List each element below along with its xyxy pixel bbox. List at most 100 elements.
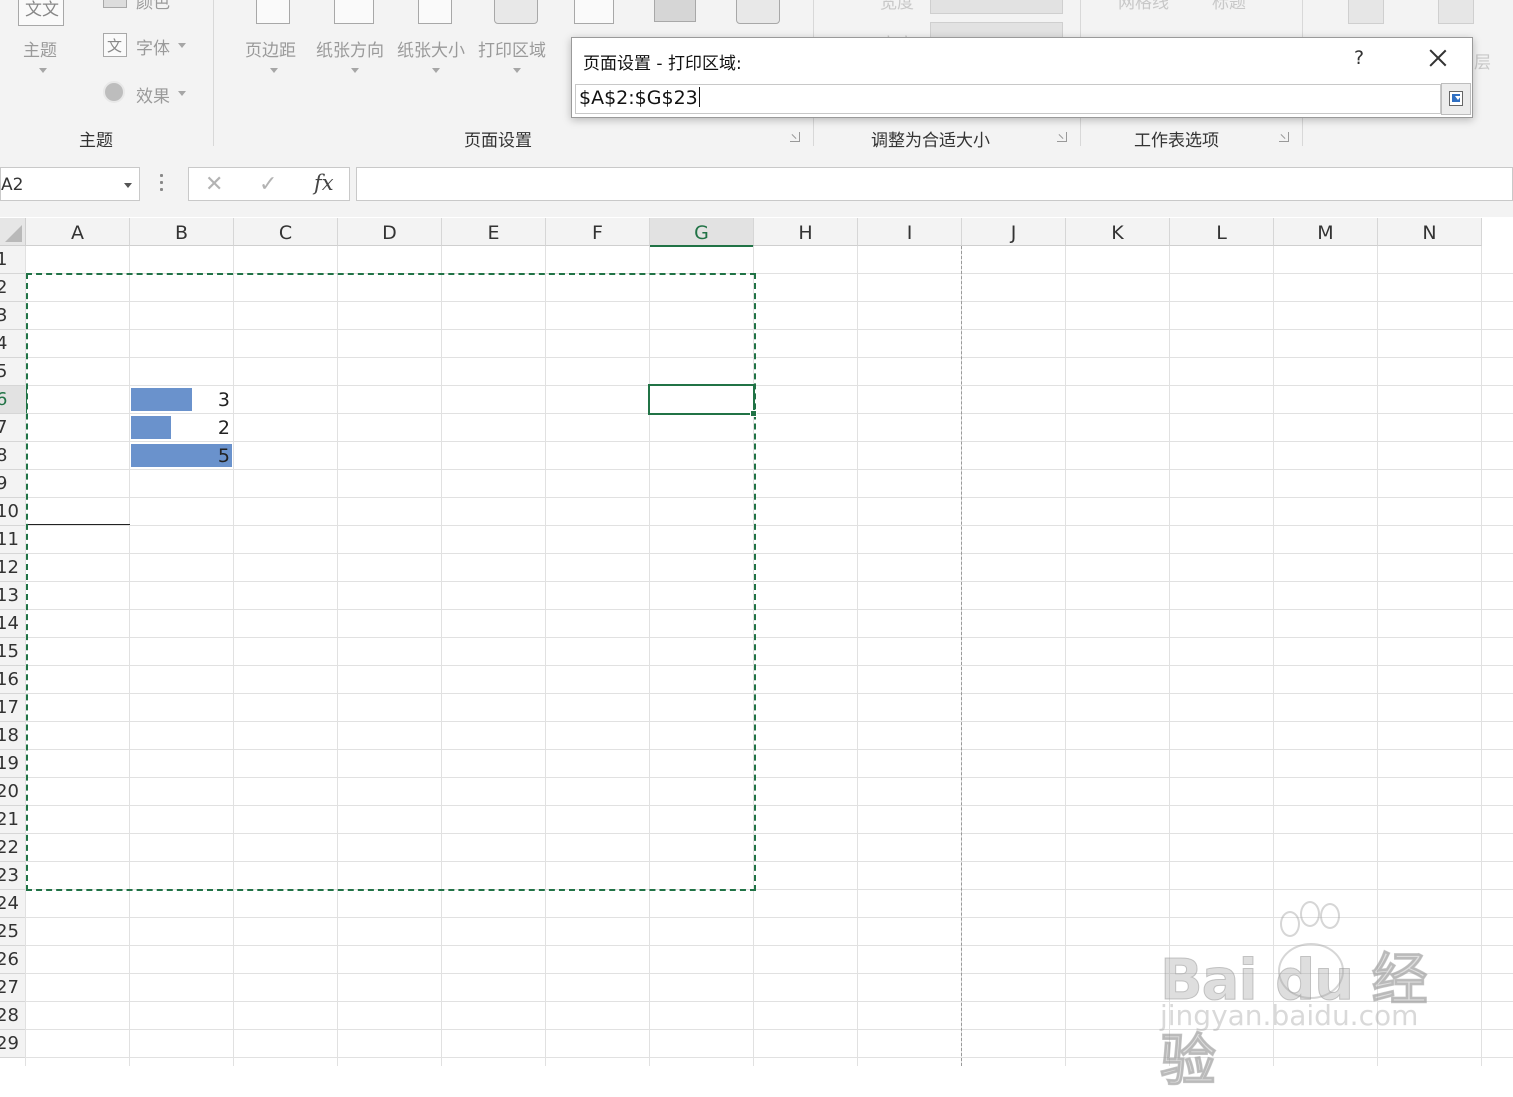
row-header-11[interactable]: 11	[0, 526, 26, 554]
row-header-17[interactable]: 17	[0, 694, 26, 722]
row-gridline	[25, 1029, 1513, 1030]
print-titles-icon	[736, 0, 780, 24]
column-gridline	[1169, 246, 1170, 1066]
fonts-dropdown-icon	[178, 43, 186, 48]
row-header-1[interactable]: 1	[0, 246, 26, 274]
cancel-icon[interactable]: ✕	[205, 172, 223, 197]
width-select[interactable]	[930, 0, 1063, 14]
expand-dialog-icon	[1449, 91, 1463, 106]
column-header-e[interactable]: E	[442, 218, 546, 246]
help-button[interactable]: ?	[1354, 47, 1364, 69]
row-gridline	[25, 1001, 1513, 1002]
enter-icon[interactable]: ✓	[259, 172, 277, 197]
row-header-24[interactable]: 24	[0, 890, 26, 918]
page-setup-launcher-icon[interactable]	[790, 132, 800, 142]
column-header-c[interactable]: C	[234, 218, 338, 246]
column-header-h[interactable]: H	[754, 218, 858, 246]
row-header-15[interactable]: 15	[0, 638, 26, 666]
row-header-10[interactable]: 10	[0, 498, 26, 526]
row-header-23[interactable]: 23	[0, 862, 26, 890]
headings-label: 标题	[1212, 0, 1246, 13]
row-gridline	[25, 945, 1513, 946]
insert-function-button[interactable]: fx	[314, 171, 334, 195]
row-header-4[interactable]: 4	[0, 330, 26, 358]
row-headers: 1234567891011121314151617181920212223242…	[0, 246, 27, 1066]
expand-dialog-button[interactable]	[1441, 83, 1471, 115]
row-header-20[interactable]: 20	[0, 778, 26, 806]
row-header-29[interactable]: 29	[0, 1030, 26, 1058]
margins-button[interactable]: 页边距	[245, 36, 296, 61]
page-break-line	[961, 246, 962, 1066]
row-header-14[interactable]: 14	[0, 610, 26, 638]
column-header-a[interactable]: A	[26, 218, 130, 246]
row-header-27[interactable]: 27	[0, 974, 26, 1002]
orientation-button[interactable]: 纸张方向	[316, 36, 384, 61]
theme-group-label: 主题	[79, 131, 113, 151]
print-area-dropdown-icon	[513, 68, 521, 73]
size-button[interactable]: 纸张大小	[397, 36, 465, 61]
name-box-value: A2	[1, 175, 24, 195]
bring-forward-icon	[1348, 0, 1384, 24]
colors-button[interactable]: 颜色	[136, 0, 170, 13]
row-header-25[interactable]: 25	[0, 918, 26, 946]
name-box[interactable]: A2	[0, 167, 140, 201]
row-header-9[interactable]: 9	[0, 470, 26, 498]
size-dropdown-icon	[432, 68, 440, 73]
column-header-f[interactable]: F	[546, 218, 650, 246]
row-header-18[interactable]: 18	[0, 722, 26, 750]
row-header-6[interactable]: 6	[0, 386, 27, 414]
row-header-13[interactable]: 13	[0, 582, 26, 610]
select-all-button[interactable]	[0, 218, 26, 246]
column-header-m[interactable]: M	[1274, 218, 1378, 246]
column-gridline	[1273, 246, 1274, 1066]
row-header-28[interactable]: 28	[0, 1002, 26, 1030]
page-setup-group-label: 页面设置	[464, 131, 532, 151]
column-header-g[interactable]: G	[650, 218, 754, 247]
row-header-22[interactable]: 22	[0, 834, 26, 862]
themes-button[interactable]: 主题	[23, 36, 57, 61]
column-header-j[interactable]: J	[962, 218, 1066, 246]
effects-button[interactable]: 效果	[136, 82, 170, 107]
active-cell[interactable]	[648, 384, 757, 417]
effects-dropdown-icon	[178, 91, 186, 96]
formula-input[interactable]	[356, 167, 1513, 201]
column-header-d[interactable]: D	[338, 218, 442, 246]
column-gridline	[857, 246, 858, 1066]
print-area-button[interactable]: 打印区域	[478, 36, 546, 61]
row-header-19[interactable]: 19	[0, 750, 26, 778]
column-header-n[interactable]: N	[1378, 218, 1482, 246]
row-header-2[interactable]: 2	[0, 274, 26, 302]
print-area-range-input[interactable]: $A$2:$G$23	[575, 84, 1441, 114]
close-icon[interactable]	[1428, 48, 1448, 68]
scale-launcher-icon[interactable]	[1057, 132, 1067, 142]
row-gridline	[25, 973, 1513, 974]
column-header-k[interactable]: K	[1066, 218, 1170, 246]
row-header-12[interactable]: 12	[0, 554, 26, 582]
themes-dropdown-icon	[39, 68, 47, 73]
fonts-icon: 文	[103, 33, 127, 57]
fill-handle[interactable]	[750, 410, 757, 417]
themes-icon[interactable]: 文文	[18, 0, 64, 26]
orientation-dropdown-icon	[351, 68, 359, 73]
row-header-16[interactable]: 16	[0, 666, 26, 694]
column-header-l[interactable]: L	[1170, 218, 1274, 246]
formula-bar-grip-icon[interactable]	[160, 174, 164, 194]
row-header-8[interactable]: 8	[0, 442, 26, 470]
name-box-dropdown-icon[interactable]	[124, 183, 132, 188]
margins-dropdown-icon	[270, 68, 278, 73]
layer-label: 层	[1474, 53, 1491, 73]
row-header-7[interactable]: 7	[0, 414, 26, 442]
column-header-b[interactable]: B	[130, 218, 234, 246]
fonts-button[interactable]: 字体	[136, 34, 170, 59]
worksheet-grid[interactable]: ABCDEFGHIJKLMN 1234567891011121314151617…	[0, 218, 1513, 1066]
row-header-21[interactable]: 21	[0, 806, 26, 834]
breaks-icon	[574, 0, 614, 24]
formula-bar: A2 ✕ ✓ fx	[0, 152, 1513, 217]
column-header-i[interactable]: I	[858, 218, 962, 246]
column-headers: ABCDEFGHIJKLMN	[0, 218, 1513, 247]
sheet-options-launcher-icon[interactable]	[1279, 132, 1289, 142]
row-header-26[interactable]: 26	[0, 946, 26, 974]
gridlines-label: 网格线	[1118, 0, 1169, 13]
row-header-3[interactable]: 3	[0, 302, 26, 330]
row-header-5[interactable]: 5	[0, 358, 26, 386]
